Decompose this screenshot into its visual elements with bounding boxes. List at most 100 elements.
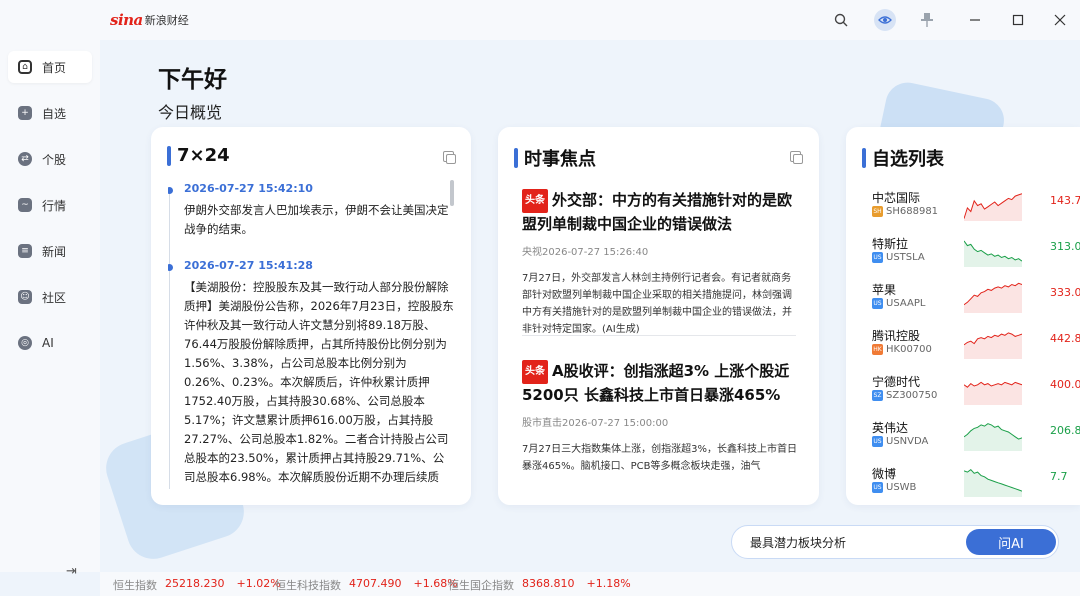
- close-icon[interactable]: [1050, 10, 1070, 30]
- collapse-sidebar-icon[interactable]: ⇥: [66, 564, 77, 579]
- watchlist-row[interactable]: 微博 US USWB 7.7: [872, 465, 1080, 505]
- stock-code-text: SZ300750: [886, 390, 938, 401]
- sidebar: ⌂ 首页 + 自选 ⇄ 个股 ~ 行情 ≡ 新闻 ☺ 社区 ◎ AI ⇥: [0, 40, 100, 579]
- ask-ai-button[interactable]: 问AI: [966, 529, 1056, 555]
- sparkline: [964, 193, 1022, 221]
- community-icon: ☺: [18, 290, 32, 304]
- search-icon[interactable]: [831, 10, 851, 30]
- card-accent-bar: [167, 145, 171, 166]
- ai-prompt-text[interactable]: 最具潜力板块分析: [750, 534, 846, 551]
- logo-text: 新浪财经: [144, 14, 189, 27]
- ai-icon: ◎: [18, 336, 32, 350]
- stock-name: 苹果: [872, 283, 897, 297]
- watchlist-row[interactable]: 英伟达 US USNVDA 206.8: [872, 419, 1080, 459]
- stock-name: 宁德时代: [872, 375, 921, 389]
- scrollbar[interactable]: [450, 180, 454, 206]
- ticker-name: 恒生国企指数: [448, 579, 514, 592]
- ticker-item[interactable]: 恒生指数 25218.230 +1.02%: [113, 577, 281, 593]
- sidebar-item-label: 自选: [42, 106, 67, 121]
- watchlist-row[interactable]: 苹果 US USAAPL 333.0: [872, 281, 1080, 321]
- sparkline: [964, 381, 1022, 405]
- maximize-icon[interactable]: [1008, 10, 1028, 30]
- watchlist-row[interactable]: 中芯国际 SH SH688981 143.7: [872, 189, 1080, 229]
- sidebar-item-label: 新闻: [42, 244, 67, 259]
- card-accent-bar: [514, 148, 518, 168]
- news-title-text: A股收评：创指涨超3% 上涨个股近5200只 长鑫科技上市首日暴涨465%: [522, 362, 790, 404]
- watchlist-row[interactable]: 宁德时代 SZ SZ300750 400.0: [872, 373, 1080, 413]
- eye-icon[interactable]: [874, 9, 896, 31]
- watchlist-row[interactable]: 腾讯控股 HK HK00700 442.8: [872, 327, 1080, 367]
- title-bar: sina 新浪财经: [0, 0, 1080, 40]
- live-timeline[interactable]: 2026-07-27 15:42:10 伊朗外交部发言人巴加埃表示，伊朗不会让美…: [168, 179, 463, 489]
- timeline-text: 伊朗外交部发言人巴加埃表示，伊朗不会让美国决定战争的结束。: [184, 203, 449, 236]
- timeline-dot: [168, 264, 173, 271]
- ticker-change: +1.18%: [586, 577, 631, 590]
- card-accent-bar: [862, 148, 866, 168]
- ticker-value: 4707.490: [349, 577, 402, 590]
- sparkline: [964, 282, 1022, 313]
- stock-price: 313.0: [1050, 240, 1080, 253]
- sidebar-item-stock[interactable]: ⇄ 个股: [8, 143, 92, 175]
- sidebar-item-market[interactable]: ~ 行情: [8, 189, 92, 221]
- page-subtitle: 今日概览: [158, 103, 223, 122]
- copy-icon[interactable]: [790, 151, 803, 164]
- stock-code: US USTSLA: [872, 252, 925, 263]
- ticker-item[interactable]: 恒生科技指数 4707.490 +1.68%: [275, 577, 458, 593]
- sidebar-item-label: 个股: [42, 152, 67, 167]
- sidebar-item-ai[interactable]: ◎ AI: [8, 327, 92, 359]
- sidebar-item-community[interactable]: ☺ 社区: [8, 281, 92, 313]
- timeline-item[interactable]: 2026-07-27 15:42:10 伊朗外交部发言人巴加埃表示，伊朗不会让美…: [168, 182, 463, 239]
- sparkline-area: [964, 469, 1022, 497]
- sidebar-item-label: 社区: [42, 290, 67, 305]
- stock-price: 333.0: [1050, 286, 1080, 299]
- sparkline: [964, 332, 1022, 359]
- swap-icon: ⇄: [18, 152, 32, 166]
- sparkline: [964, 469, 1022, 497]
- stock-name: 英伟达: [872, 421, 909, 435]
- pin-icon[interactable]: [917, 10, 937, 30]
- sidebar-item-home[interactable]: ⌂ 首页: [8, 51, 92, 83]
- sidebar-item-label: 行情: [42, 198, 67, 213]
- watchlist-card: 自选列表 中芯国际 SH SH688981 143.7 特斯拉 US USTSLA 313.0…: [846, 127, 1080, 505]
- ticker-value: 8368.810: [522, 577, 575, 590]
- stock-code-text: USWB: [886, 482, 917, 493]
- stock-code-text: SH688981: [886, 206, 939, 217]
- index-ticker: 恒生指数 25218.230 +1.02% 恒生科技指数 4707.490 +1…: [100, 572, 1080, 596]
- news-meta: 央视2026-07-27 15:26:40: [522, 247, 649, 258]
- headline-badge: 头条: [522, 189, 548, 213]
- live-news-card: 7×24 2026-07-27 15:42:10 伊朗外交部发言人巴加埃表示，伊…: [151, 127, 471, 505]
- market-badge: HK: [872, 344, 883, 355]
- copy-icon[interactable]: [443, 151, 456, 164]
- minimize-icon[interactable]: [965, 10, 985, 30]
- logo-mark: sina: [110, 11, 143, 29]
- headline-badge: 头条: [522, 360, 548, 384]
- stock-code: HK HK00700: [872, 344, 932, 355]
- stock-code: US USAAPL: [872, 298, 925, 309]
- stock-price: 400.0: [1050, 378, 1080, 391]
- ai-query-bar[interactable]: 最具潜力板块分析 问AI: [731, 525, 1059, 559]
- timeline-time: 2026-07-27 15:42:10: [184, 182, 313, 195]
- greeting: 下午好: [158, 67, 227, 93]
- news-title[interactable]: 头条 A股收评：创指涨超3% 上涨个股近5200只 长鑫科技上市首日暴涨465%: [522, 360, 798, 406]
- stock-name: 特斯拉: [872, 237, 909, 251]
- sidebar-item-label: 首页: [42, 60, 67, 75]
- news-title-text: 外交部：中方的有关措施针对的是欧盟列单制裁中国企业的错误做法: [522, 191, 793, 233]
- news-item[interactable]: 头条 A股收评：创指涨超3% 上涨个股近5200只 长鑫科技上市首日暴涨465% …: [522, 360, 798, 475]
- timeline-item[interactable]: 2026-07-27 15:41:28 【美湖股份：控股股东及其一致行动人部分股…: [168, 259, 463, 489]
- stock-code-text: USNVDA: [886, 436, 929, 447]
- sidebar-item-news[interactable]: ≡ 新闻: [8, 235, 92, 267]
- news-item[interactable]: 头条 外交部：中方的有关措施针对的是欧盟列单制裁中国企业的错误做法 央视2026-…: [522, 189, 798, 338]
- ticker-item[interactable]: 恒生国企指数 8368.810 +1.18%: [448, 577, 631, 593]
- stock-price: 7.7: [1050, 470, 1068, 483]
- timeline-text: 【美湖股份：控股股东及其一致行动人部分股份解除质押】美湖股份公告称，2026年7…: [184, 280, 454, 484]
- sidebar-item-watchlist[interactable]: + 自选: [8, 97, 92, 129]
- news-title[interactable]: 头条 外交部：中方的有关措施针对的是欧盟列单制裁中国企业的错误做法: [522, 189, 798, 235]
- watchlist-row[interactable]: 特斯拉 US USTSLA 313.0: [872, 235, 1080, 275]
- market-badge: SH: [872, 206, 883, 217]
- sparkline-area: [964, 423, 1022, 451]
- ticker-name: 恒生指数: [113, 579, 157, 592]
- stock-name: 微博: [872, 467, 897, 481]
- card-title: 自选列表: [872, 149, 944, 170]
- market-badge: SZ: [872, 390, 883, 401]
- stock-price: 442.8: [1050, 332, 1080, 345]
